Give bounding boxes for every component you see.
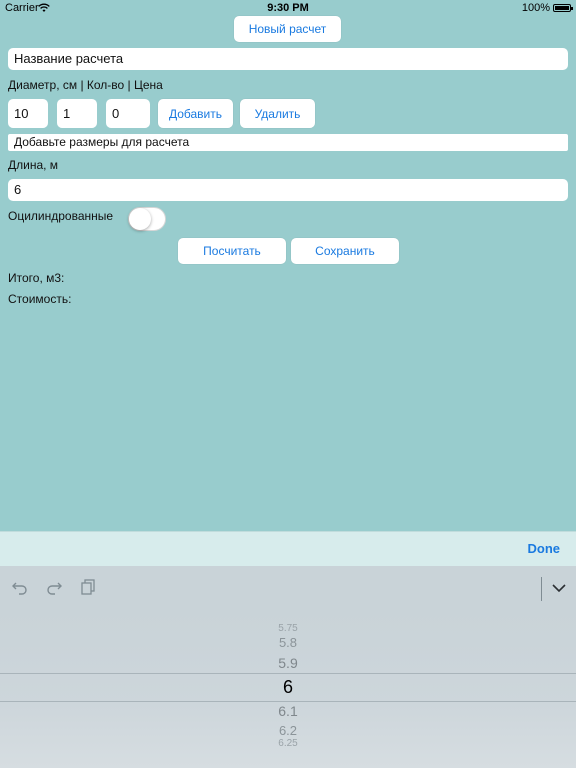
picker-option[interactable]: 6.1 <box>0 703 576 719</box>
length-input[interactable]: 6 <box>8 179 568 201</box>
redo-icon[interactable] <box>45 578 63 596</box>
delete-button[interactable]: Удалить <box>240 99 315 128</box>
picker-selection-top <box>0 673 576 674</box>
picker-selection-bottom <box>0 701 576 702</box>
keyboard-accessory-bar: Done <box>0 531 576 567</box>
sizes-list: Добавьте размеры для расчета <box>8 134 568 151</box>
done-button[interactable]: Done <box>528 541 561 556</box>
battery-percent: 100% <box>521 2 550 14</box>
rounded-label: Оцилиндрованные <box>8 209 114 223</box>
paste-icon[interactable] <box>79 578 97 596</box>
picker-selected-value[interactable]: 6 <box>0 677 576 698</box>
picker-option[interactable]: 5.75 <box>0 623 576 634</box>
total-label: Итого, м3: <box>8 271 65 285</box>
chevron-down-icon[interactable] <box>550 579 568 597</box>
picker-option[interactable]: 5.8 <box>0 635 576 650</box>
length-label: Длина, м <box>8 158 59 172</box>
save-button[interactable]: Сохранить <box>291 238 399 264</box>
battery-icon <box>553 4 573 12</box>
diameter-input[interactable]: 10 <box>8 99 48 128</box>
picker-option[interactable]: 6.25 <box>0 738 576 749</box>
add-button[interactable]: Добавить <box>158 99 233 128</box>
length-picker[interactable]: 5.75 5.8 5.9 6 6.1 6.2 6.25 <box>0 610 576 768</box>
status-bar: Carrier 9:30 PM 100% <box>0 0 576 16</box>
picker-option[interactable]: 5.9 <box>0 655 576 671</box>
columns-label: Диаметр, см | Кол-во | Цена <box>8 78 163 92</box>
clock: 9:30 PM <box>267 2 309 14</box>
new-calculation-button[interactable]: Новый расчет <box>234 16 341 42</box>
toggle-knob <box>129 208 151 230</box>
calculate-button[interactable]: Посчитать <box>178 238 286 264</box>
rounded-toggle[interactable] <box>128 207 166 231</box>
picker-option[interactable]: 6.2 <box>0 723 576 738</box>
cost-label: Стоимость: <box>8 292 72 306</box>
quantity-input[interactable]: 1 <box>57 99 97 128</box>
price-input[interactable]: 0 <box>106 99 150 128</box>
toolbar-divider <box>541 577 542 601</box>
undo-icon[interactable] <box>11 578 29 596</box>
calculation-name-input[interactable]: Название расчета <box>8 48 568 70</box>
